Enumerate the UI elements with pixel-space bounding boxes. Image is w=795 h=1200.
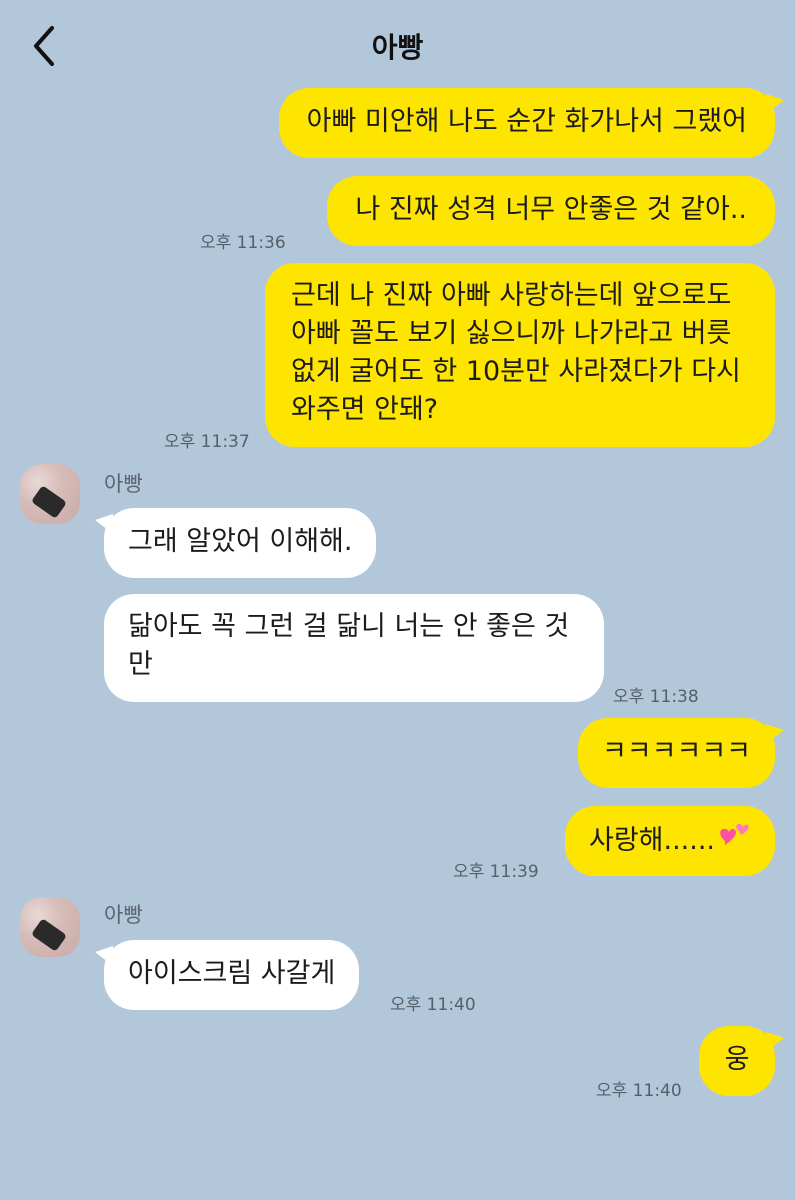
message-text: 아이스크림 사갈게	[128, 958, 336, 989]
my-message[interactable]: ㅋㅋㅋㅋㅋㅋ	[577, 718, 785, 788]
profile-avatar[interactable]	[20, 897, 80, 957]
chat-title: 아빵	[371, 31, 424, 64]
message-text: 나 진짜 성격 너무 안좋은 것 같아..	[355, 194, 747, 225]
their-message[interactable]: 아이스크림 사갈게	[94, 940, 360, 1010]
message-text: 웅	[724, 1044, 750, 1075]
message-timestamp: 오후 11:40	[596, 1081, 682, 1101]
my-message[interactable]: 웅	[699, 1026, 784, 1096]
my-message[interactable]: 근데 나 진짜 아빠 사랑하는데 앞으로도 아빠 꼴도 보기 싫으니까 나가라고…	[265, 263, 775, 447]
message-text: ㅋㅋㅋㅋㅋㅋ	[601, 736, 751, 767]
message-text: 아빠 미안해 나도 순간 화가나서 그랬어	[306, 106, 747, 137]
profile-avatar[interactable]	[20, 464, 80, 524]
their-message[interactable]: 닮아도 꼭 그런 걸 닮니 너는 안 좋은 것만	[104, 594, 604, 702]
message-timestamp: 오후 11:36	[200, 233, 286, 253]
sender-name: 아빵	[104, 472, 143, 496]
message-text: 근데 나 진짜 아빠 사랑하는데 앞으로도 아빠 꼴도 보기 싫으니까 나가라고…	[291, 280, 741, 425]
sender-name: 아빵	[104, 903, 143, 927]
their-message[interactable]: 그래 알았어 이해해.	[94, 508, 377, 578]
message-text: 그래 알았어 이해해.	[128, 526, 353, 557]
my-message[interactable]: 사랑해......	[564, 806, 775, 876]
message-text: 사랑해......	[588, 825, 715, 856]
message-timestamp: 오후 11:40	[390, 995, 476, 1015]
two-hearts-icon	[717, 821, 751, 862]
message-timestamp: 오후 11:39	[453, 862, 539, 882]
message-timestamp: 오후 11:37	[164, 432, 250, 452]
my-message[interactable]: 나 진짜 성격 너무 안좋은 것 같아..	[327, 176, 775, 246]
my-message[interactable]: 아빠 미안해 나도 순간 화가나서 그랬어	[278, 88, 785, 158]
chat-header: 아빵	[0, 0, 795, 92]
message-text: 닮아도 꼭 그런 걸 닮니 너는 안 좋은 것만	[128, 611, 570, 680]
message-timestamp: 오후 11:38	[613, 687, 699, 707]
